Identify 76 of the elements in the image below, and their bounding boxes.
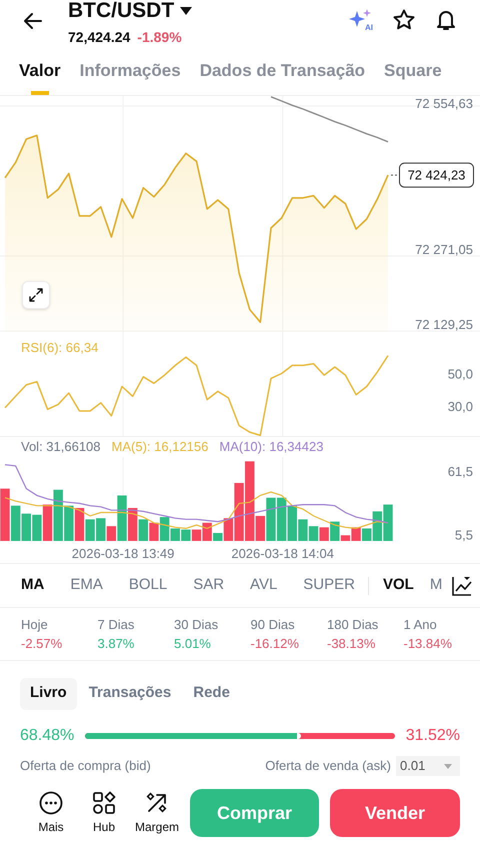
tab[interactable]: Informações [80, 56, 181, 95]
axis-label: 72 554,63 [415, 96, 473, 111]
time-label: 2026-03-18 14:04 [231, 546, 334, 561]
tab[interactable]: Square [384, 56, 442, 95]
axis-label: 61,5 [448, 464, 473, 479]
period-label: 30 Dias [174, 616, 220, 634]
tab[interactable]: Dados de Transação [200, 56, 366, 95]
period-change: 3.87% [98, 635, 136, 653]
toolbar-button[interactable]: Hub [82, 790, 126, 836]
shapes-icon [92, 790, 116, 814]
bid-percent: 68.48% [20, 726, 76, 746]
volume-bar [383, 504, 393, 541]
period-change: -16.12% [250, 635, 300, 653]
back-arrow-icon[interactable] [22, 10, 44, 32]
rsi-label: RSI(6): 66,34 [21, 340, 98, 355]
expand-icon [29, 288, 43, 302]
current-price-label: 72 424,23 [399, 162, 474, 188]
column-header: Oferta de venda (ask) [265, 757, 391, 776]
period-change: -38.13% [327, 635, 376, 653]
pair-title[interactable]: BTC/USDT [68, 0, 174, 22]
volume-bar [181, 530, 191, 541]
period-change: 5.01% [174, 635, 212, 653]
indicator-tab[interactable]: M [430, 574, 442, 597]
indicator-tab[interactable]: BOLL [128, 574, 168, 597]
indicator-tab[interactable]: VOL [382, 574, 414, 597]
period-change: -2.57% [21, 635, 64, 653]
volume-bar [22, 514, 31, 541]
last-price: 72,424.24 [68, 28, 130, 47]
volume-bar [149, 522, 159, 541]
bell-icon[interactable] [434, 8, 458, 32]
ai-assistant-button[interactable]: AI [348, 8, 374, 32]
period-change: -13.84% [404, 635, 453, 653]
axis-label: 72 271,05 [415, 242, 473, 258]
price-change: -1.89% [137, 28, 182, 47]
sparkle-icon [348, 8, 372, 28]
axis-label: 5,5 [454, 528, 473, 543]
axis-label: 30,0 [448, 399, 473, 414]
toolbar-button[interactable]: Mais [29, 790, 73, 836]
sell-button[interactable]: Vender [330, 789, 460, 837]
expand-button[interactable] [22, 281, 50, 309]
period-label: Hoje [21, 616, 49, 634]
toolbar-button[interactable]: Margem [135, 790, 179, 836]
more-icon [39, 790, 63, 814]
book-tab[interactable]: Livro [20, 678, 77, 710]
indicator-tab[interactable]: MA [21, 574, 44, 597]
period-label: 90 Dias [250, 616, 296, 634]
caret-icon[interactable] [180, 7, 192, 15]
column-header: Oferta de compra (bid) [20, 757, 151, 776]
percent-arrow-icon [145, 790, 169, 814]
time-label: 2026-03-18 13:49 [72, 546, 174, 561]
ask-percent: 31.52% [404, 726, 460, 746]
legend-text: Vol: 31,66108 [21, 438, 101, 456]
indicator-tab[interactable]: SUPER [303, 574, 355, 597]
axis-label: 50,0 [448, 366, 473, 382]
period-label: 1 Ano [404, 616, 438, 634]
indicator-tab[interactable]: AVL [250, 574, 278, 597]
star-icon[interactable] [392, 8, 416, 32]
book-tab[interactable]: Rede [183, 678, 240, 710]
period-label: 180 Dias [327, 616, 380, 634]
volume-bar [32, 514, 42, 541]
indicator-tab[interactable]: EMA [70, 574, 103, 597]
ai-label: AI [365, 24, 373, 32]
legend-text: MA(10): 16,34423 [219, 438, 324, 456]
precision-dropdown[interactable]: 0.01 [396, 756, 460, 776]
axis-label: 72 129,25 [415, 317, 473, 332]
volume-bar [276, 498, 286, 541]
book-tab[interactable]: Transações [78, 678, 182, 710]
indicator-tab[interactable]: SAR [193, 574, 224, 597]
legend-text: MA(5): 16,12156 [112, 438, 208, 456]
volume-bar [319, 527, 329, 541]
period-label: 7 Dias [98, 616, 136, 634]
volume-bar [42, 504, 52, 541]
tab[interactable]: Valor [19, 56, 61, 95]
caret-icon [444, 764, 452, 768]
buy-button[interactable]: Comprar [190, 789, 319, 837]
chart-settings-icon[interactable] [452, 576, 472, 596]
